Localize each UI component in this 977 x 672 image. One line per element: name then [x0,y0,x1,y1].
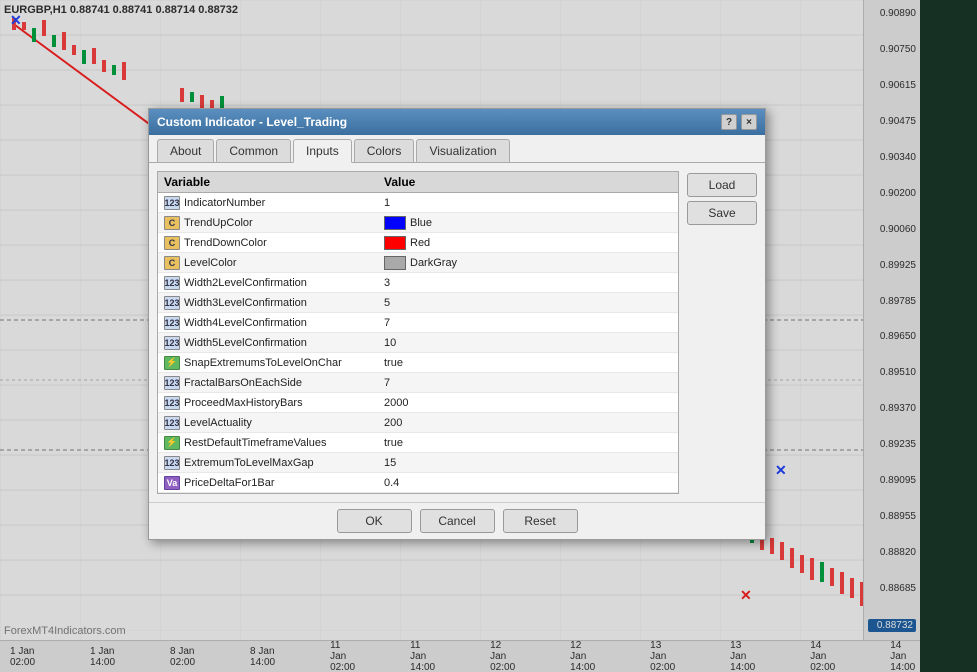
table-row[interactable]: Va PriceDeltaFor1Bar 0.4 [158,473,678,493]
dialog-help-button[interactable]: ? [721,114,737,130]
table-row[interactable]: 123 LevelActuality 200 [158,413,678,433]
row-icon-num: 123 [164,336,180,350]
row-value: Blue [384,216,672,230]
row-value: Red [384,236,672,250]
row-name: Width4LevelConfirmation [184,317,384,329]
color-swatch-blue [384,216,406,230]
dialog-controls: ? × [721,114,757,130]
side-buttons: Load Save [687,171,757,494]
row-icon-snap: ⚡ [164,436,180,450]
tab-visualization[interactable]: Visualization [416,139,509,162]
row-icon-color: C [164,216,180,230]
ok-button[interactable]: OK [337,509,412,533]
row-name: FractalBarsOnEachSide [184,377,384,389]
row-icon-num: 123 [164,416,180,430]
row-value: 15 [384,457,672,469]
table-row[interactable]: 123 Width5LevelConfirmation 10 [158,333,678,353]
tab-common[interactable]: Common [216,139,291,162]
row-value: 0.4 [384,477,672,489]
tab-colors[interactable]: Colors [354,139,415,162]
color-swatch-red [384,236,406,250]
col-header-variable: Variable [164,175,384,189]
row-name: SnapExtremumsToLevelOnChar [184,357,384,369]
row-name: LevelActuality [184,417,384,429]
row-icon-num: 123 [164,376,180,390]
row-icon-va: Va [164,476,180,490]
table-row[interactable]: C LevelColor DarkGray [158,253,678,273]
row-icon-snap: ⚡ [164,356,180,370]
row-value: 1 [384,197,672,209]
row-name: TrendDownColor [184,237,384,249]
row-value: true [384,357,672,369]
row-icon-color: C [164,236,180,250]
row-name: LevelColor [184,257,384,269]
row-icon-num: 123 [164,196,180,210]
table-row[interactable]: C TrendUpColor Blue [158,213,678,233]
col-header-value: Value [384,175,672,189]
tabs-bar: About Common Inputs Colors Visualization [149,135,765,163]
row-name: Width5LevelConfirmation [184,337,384,349]
row-icon-color: C [164,256,180,270]
row-icon-num: 123 [164,396,180,410]
row-icon-num: 123 [164,296,180,310]
row-icon-num: 123 [164,456,180,470]
row-value: 7 [384,317,672,329]
row-value: 3 [384,277,672,289]
row-name: Width3LevelConfirmation [184,297,384,309]
row-value: true [384,437,672,449]
params-table: Variable Value 123 IndicatorNumber 1 C T… [157,171,679,494]
dialog-titlebar: Custom Indicator - Level_Trading ? × [149,109,765,135]
row-value: 200 [384,417,672,429]
reset-button[interactable]: Reset [503,509,578,533]
table-row[interactable]: 123 Width3LevelConfirmation 5 [158,293,678,313]
table-row[interactable]: 123 Width4LevelConfirmation 7 [158,313,678,333]
table-header: Variable Value [158,172,678,193]
row-name: ExtremumToLevelMaxGap [184,457,384,469]
table-row[interactable]: 123 IndicatorNumber 1 [158,193,678,213]
indicator-dialog: Custom Indicator - Level_Trading ? × Abo… [148,108,766,540]
tab-about[interactable]: About [157,139,214,162]
dialog-content: Variable Value 123 IndicatorNumber 1 C T… [149,163,765,502]
row-value: 10 [384,337,672,349]
color-swatch-darkgray [384,256,406,270]
cancel-button[interactable]: Cancel [420,509,495,533]
table-row[interactable]: ⚡ SnapExtremumsToLevelOnChar true [158,353,678,373]
row-name: TrendUpColor [184,217,384,229]
row-icon-num: 123 [164,316,180,330]
row-name: RestDefaultTimeframeValues [184,437,384,449]
table-row[interactable]: C TrendDownColor Red [158,233,678,253]
tab-inputs[interactable]: Inputs [293,139,352,163]
dialog-close-button[interactable]: × [741,114,757,130]
table-row[interactable]: ⚡ RestDefaultTimeframeValues true [158,433,678,453]
row-icon-num: 123 [164,276,180,290]
row-name: Width2LevelConfirmation [184,277,384,289]
load-button[interactable]: Load [687,173,757,197]
dialog-footer: OK Cancel Reset [149,502,765,539]
save-button[interactable]: Save [687,201,757,225]
row-value: 2000 [384,397,672,409]
row-value: 5 [384,297,672,309]
table-row[interactable]: 123 ExtremumToLevelMaxGap 15 [158,453,678,473]
row-name: IndicatorNumber [184,197,384,209]
row-name: PriceDeltaFor1Bar [184,477,384,489]
table-row[interactable]: 123 FractalBarsOnEachSide 7 [158,373,678,393]
table-row[interactable]: 123 Width2LevelConfirmation 3 [158,273,678,293]
table-row[interactable]: 123 ProceedMaxHistoryBars 2000 [158,393,678,413]
row-value: 7 [384,377,672,389]
row-value: DarkGray [384,256,672,270]
row-name: ProceedMaxHistoryBars [184,397,384,409]
dialog-title: Custom Indicator - Level_Trading [157,115,721,129]
